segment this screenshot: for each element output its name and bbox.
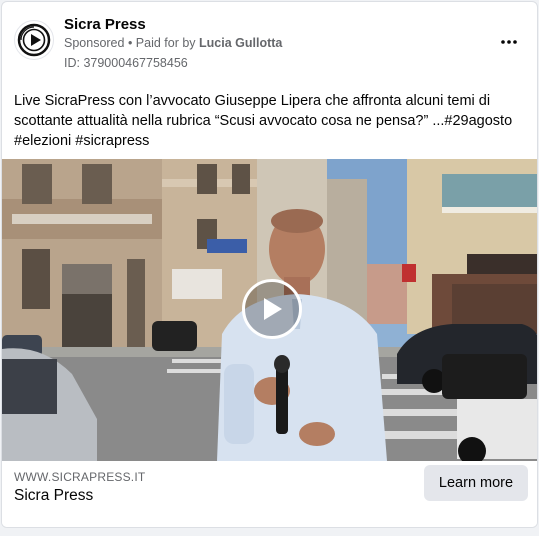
post-text: Live SicraPress con l’avvocato Giuseppe … bbox=[14, 93, 513, 149]
sicrapress-logo-icon bbox=[17, 23, 51, 57]
learn-more-button[interactable]: Learn more bbox=[424, 465, 528, 501]
meta-separator: • bbox=[124, 36, 136, 50]
post-header: Sicra Press Sponsored • Paid for by Luci… bbox=[2, 2, 537, 82]
sponsored-label[interactable]: Sponsored bbox=[64, 36, 124, 50]
link-domain: WWW.SICRAPRESS.IT bbox=[14, 470, 146, 484]
payer-name: Lucia Gullotta bbox=[199, 36, 283, 50]
more-horizontal-icon bbox=[501, 40, 517, 44]
sponsored-post-card: Sicra Press Sponsored • Paid for by Luci… bbox=[1, 1, 538, 528]
link-preview-footer[interactable]: WWW.SICRAPRESS.IT Sicra Press Learn more bbox=[2, 461, 537, 527]
page-name[interactable]: Sicra Press bbox=[64, 16, 146, 33]
play-button[interactable] bbox=[242, 279, 302, 339]
link-title: Sicra Press bbox=[14, 487, 94, 504]
page-avatar[interactable] bbox=[14, 20, 54, 60]
more-options-button[interactable] bbox=[495, 28, 523, 56]
sponsored-meta: Sponsored • Paid for by Lucia Gullotta bbox=[64, 36, 282, 50]
play-icon bbox=[264, 298, 282, 320]
ad-id: ID: 379000467758456 bbox=[64, 56, 188, 70]
paid-for-prefix: Paid for by bbox=[135, 36, 200, 50]
